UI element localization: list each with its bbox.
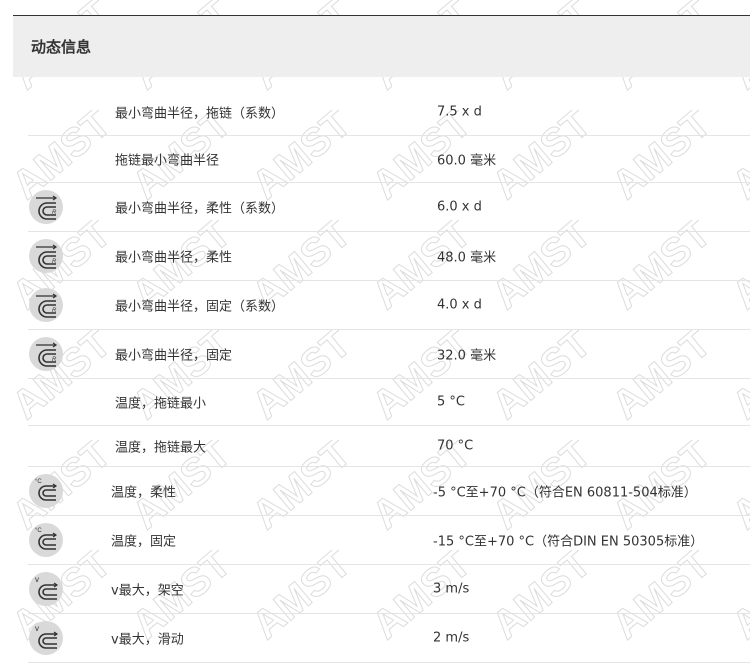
velocity-icon: v — [28, 620, 64, 656]
row-label: 最小弯曲半径，拖链（系数） — [115, 106, 285, 121]
table-row: 最小弯曲半径，拖链（系数） 7.5 x d — [28, 88, 750, 136]
row-value: 48.0 毫米 — [437, 250, 497, 266]
svg-text:v: v — [35, 575, 39, 584]
row-value: 3 m/s — [433, 581, 470, 597]
row-label: 温度，拖链最小 — [115, 396, 207, 412]
row-value: 60.0 毫米 — [437, 153, 497, 169]
table-row: R 最小弯曲半径，固定 32.0 毫米 — [28, 330, 750, 379]
row-label: v最大，架空 — [111, 583, 184, 599]
row-label: 温度，拖链最大 — [115, 440, 207, 456]
row-value: 6.0 x d — [437, 199, 482, 215]
table-row: 温度，拖链最小 5 °C — [28, 379, 750, 426]
row-value: -15 °C至+70 °C（符合DIN EN 50305标准） — [433, 534, 704, 550]
row-value: 4.0 x d — [437, 297, 482, 313]
spec-table: 最小弯曲半径，拖链（系数） 7.5 x d 拖链最小弯曲半径 60.0 毫米 R 最小弯曲… — [28, 88, 750, 663]
svg-text:R: R — [52, 308, 57, 314]
table-row: 温度，拖链最大 70 °C — [28, 426, 750, 467]
svg-text:v: v — [35, 624, 39, 633]
row-label: 最小弯曲半径，固定（系数） — [115, 299, 285, 315]
row-value: 2 m/s — [433, 630, 470, 646]
bend-radius-icon: R — [28, 238, 64, 274]
row-label: 温度，固定 — [111, 534, 177, 550]
section-header: 动态信息 — [13, 16, 750, 77]
table-row: v v最大，滑动 2 m/s — [28, 614, 750, 663]
section-title: 动态信息 — [31, 38, 92, 56]
row-label: 最小弯曲半径，固定 — [115, 348, 233, 364]
row-label: 最小弯曲半径，柔性（系数） — [115, 201, 285, 217]
temperature-icon: °C — [28, 473, 64, 509]
row-label: v最大，滑动 — [111, 632, 184, 648]
svg-text:R: R — [52, 210, 57, 216]
row-value: 5 °C — [437, 394, 465, 410]
table-row: °C 温度，固定 -15 °C至+70 °C（符合DIN EN 50305标准） — [28, 516, 750, 565]
row-value: 7.5 x d — [437, 104, 482, 119]
table-row: R 最小弯曲半径，柔性（系数） 6.0 x d — [28, 183, 750, 232]
row-value: 32.0 毫米 — [437, 348, 497, 364]
bend-radius-icon: R — [28, 336, 64, 372]
row-label: 拖链最小弯曲半径 — [115, 153, 220, 169]
temperature-icon: °C — [28, 522, 64, 558]
svg-text:°C: °C — [35, 528, 42, 534]
table-row: v v最大，架空 3 m/s — [28, 565, 750, 614]
row-label: 温度，柔性 — [111, 485, 177, 501]
row-value: -5 °C至+70 °C（符合EN 60811-504标准） — [433, 485, 697, 501]
svg-text:°C: °C — [35, 479, 42, 485]
bend-radius-icon: R — [28, 189, 64, 225]
row-label: 最小弯曲半径，柔性 — [115, 250, 233, 266]
row-value: 70 °C — [437, 438, 474, 454]
table-row: R 最小弯曲半径，柔性 48.0 毫米 — [28, 232, 750, 281]
table-row: °C 温度，柔性 -5 °C至+70 °C（符合EN 60811-504标准） — [28, 467, 750, 516]
svg-text:R: R — [52, 357, 57, 363]
svg-text:R: R — [52, 259, 57, 265]
velocity-icon: v — [28, 571, 64, 607]
bend-radius-icon: R — [28, 287, 64, 323]
table-row: 拖链最小弯曲半径 60.0 毫米 — [28, 136, 750, 183]
table-row: R 最小弯曲半径，固定（系数） 4.0 x d — [28, 281, 750, 330]
